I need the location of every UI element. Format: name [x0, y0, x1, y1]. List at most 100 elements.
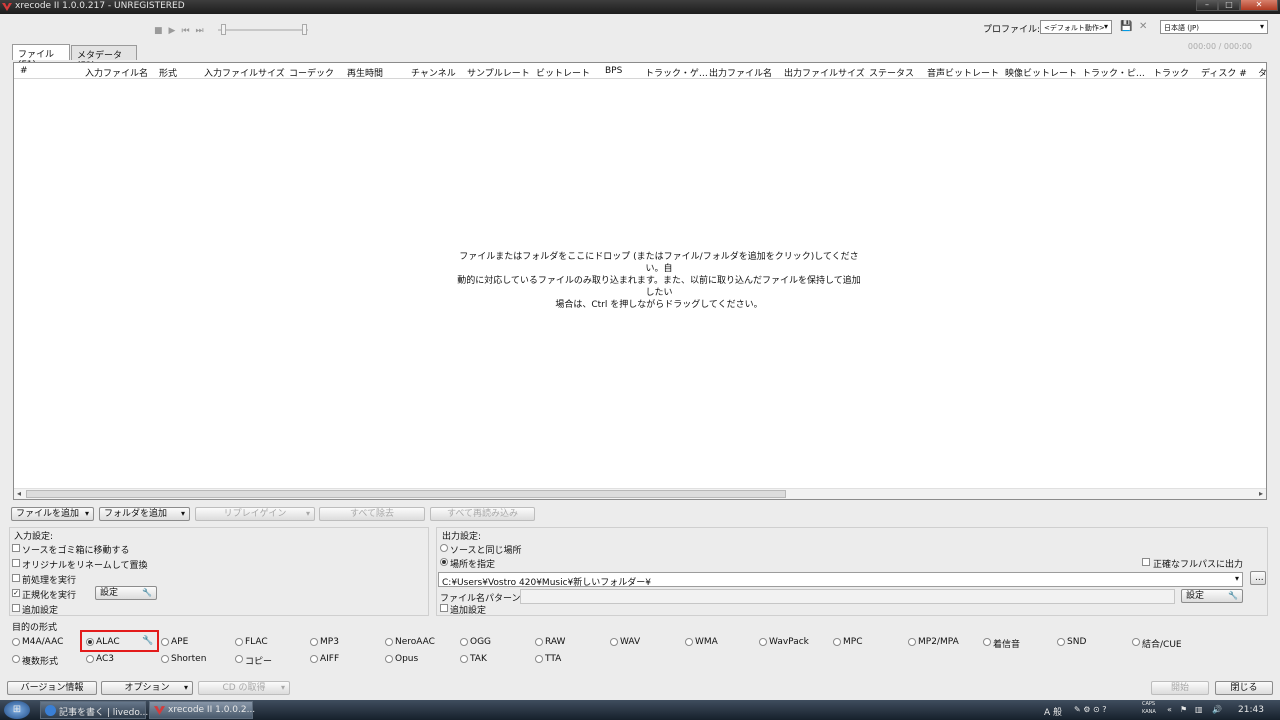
- format-label: M4A/AAC: [22, 637, 64, 647]
- output-settings-button[interactable]: 設定 🔧: [1181, 589, 1243, 603]
- format-radio[interactable]: [535, 638, 543, 646]
- output-additional-checkbox[interactable]: [440, 604, 448, 612]
- format-radio[interactable]: [385, 655, 393, 663]
- column-header[interactable]: 映像ビットレート: [1005, 66, 1077, 79]
- network-icon[interactable]: ▥: [1195, 705, 1203, 714]
- column-header[interactable]: ステータス: [869, 66, 914, 79]
- move-to-trash-checkbox[interactable]: [12, 544, 20, 552]
- format-radio[interactable]: [1132, 638, 1140, 646]
- format-label: TAK: [470, 654, 487, 664]
- stop-icon[interactable]: ■: [154, 26, 163, 36]
- format-radio[interactable]: [310, 655, 318, 663]
- format-radio[interactable]: [610, 638, 618, 646]
- format-radio[interactable]: [12, 655, 20, 663]
- add-folder-button[interactable]: フォルダを追加 ▾: [99, 507, 190, 521]
- column-header[interactable]: 出力ファイルサイズ: [784, 66, 865, 79]
- play-icon[interactable]: ▶: [169, 26, 176, 36]
- tab-metadata[interactable]: メタデータ (F2): [71, 45, 137, 71]
- filename-pattern-field[interactable]: [520, 589, 1175, 604]
- previous-icon[interactable]: ⏮: [181, 26, 189, 36]
- flag-icon[interactable]: ⚑: [1180, 705, 1187, 714]
- column-header[interactable]: ビットレート: [536, 66, 590, 79]
- column-header[interactable]: 再生時間: [347, 66, 383, 79]
- format-radio[interactable]: [535, 655, 543, 663]
- exact-fullpath-checkbox[interactable]: [1142, 558, 1150, 566]
- tab-files[interactable]: ファイル (F1): [12, 44, 70, 70]
- profile-select[interactable]: <デフォルト動作> ▾: [1040, 20, 1112, 34]
- taskbar-item[interactable]: 記事を書く | livedo...: [40, 701, 148, 719]
- column-header[interactable]: 形式: [159, 66, 177, 79]
- delete-icon[interactable]: ✕: [1139, 21, 1147, 32]
- options-button[interactable]: オプション ▾: [101, 681, 193, 695]
- format-radio[interactable]: [759, 638, 767, 646]
- start-button[interactable]: 開始: [1151, 681, 1209, 695]
- format-radio[interactable]: [833, 638, 841, 646]
- format-radio[interactable]: [685, 638, 693, 646]
- column-header[interactable]: タ: [1258, 66, 1267, 79]
- input-additional-checkbox[interactable]: [12, 604, 20, 612]
- tray-arrow-icon[interactable]: «: [1167, 705, 1172, 714]
- seek-thumb[interactable]: [302, 24, 307, 35]
- column-header[interactable]: トラック・ゲ…: [645, 66, 708, 79]
- version-info-button[interactable]: バージョン情報: [7, 681, 97, 695]
- scroll-right-icon[interactable]: ▸: [1259, 489, 1263, 498]
- close-icon[interactable]: ✕: [1240, 0, 1278, 11]
- column-header[interactable]: チャンネル: [411, 66, 456, 79]
- format-radio[interactable]: [310, 638, 318, 646]
- file-list[interactable]: # 入力ファイル名 形式 入力ファイルサイズ コーデック 再生時間 チャンネル …: [13, 62, 1267, 500]
- specify-location-radio[interactable]: [440, 558, 448, 566]
- same-location-radio[interactable]: [440, 544, 448, 552]
- column-header[interactable]: トラック・ピ…: [1082, 66, 1145, 79]
- column-header[interactable]: ディスク #: [1201, 66, 1247, 79]
- cd-get-button[interactable]: CD の取得 ▾: [198, 681, 290, 695]
- format-radio[interactable]: [86, 655, 94, 663]
- column-header[interactable]: BPS: [605, 66, 622, 76]
- next-icon[interactable]: ⏭: [196, 26, 204, 36]
- taskbar-item[interactable]: xrecode II 1.0.0.2...: [149, 701, 255, 719]
- scroll-left-icon[interactable]: ◂: [17, 489, 21, 498]
- minimize-icon[interactable]: –: [1196, 0, 1218, 11]
- column-header[interactable]: コーデック: [289, 66, 334, 79]
- format-radio[interactable]: [12, 638, 20, 646]
- normalize-settings-button[interactable]: 設定 🔧: [95, 586, 157, 600]
- format-radio[interactable]: [161, 638, 169, 646]
- horizontal-scrollbar[interactable]: ◂ ▸: [14, 488, 1266, 499]
- format-radio[interactable]: [460, 655, 468, 663]
- save-icon[interactable]: 💾: [1120, 21, 1132, 32]
- rename-replace-checkbox[interactable]: [12, 559, 20, 567]
- format-radio[interactable]: [235, 638, 243, 646]
- close-button[interactable]: 閉じる: [1215, 681, 1273, 695]
- column-header[interactable]: #: [20, 66, 28, 76]
- reload-all-button[interactable]: すべて再読み込み: [430, 507, 535, 521]
- column-header[interactable]: サンプルレート: [467, 66, 530, 79]
- add-files-button[interactable]: ファイルを追加 ▾: [11, 507, 94, 521]
- replay-gain-button[interactable]: リプレイゲイン ▾: [195, 507, 315, 521]
- format-radio[interactable]: [908, 638, 916, 646]
- format-radio[interactable]: [1057, 638, 1065, 646]
- format-radio[interactable]: [460, 638, 468, 646]
- start-menu-icon[interactable]: ⊞: [4, 701, 30, 719]
- volume-thumb[interactable]: [221, 24, 226, 35]
- format-radio[interactable]: [983, 638, 991, 646]
- scrollbar-thumb[interactable]: [26, 490, 786, 498]
- normalize-checkbox[interactable]: ✓: [12, 589, 20, 597]
- format-radio[interactable]: [161, 655, 169, 663]
- browse-button[interactable]: ...: [1250, 571, 1266, 585]
- language-select[interactable]: 日本語 (JP) ▾: [1160, 20, 1268, 34]
- format-radio[interactable]: [385, 638, 393, 646]
- column-header[interactable]: 入力ファイルサイズ: [204, 66, 285, 79]
- volume-icon[interactable]: 🔊: [1212, 705, 1222, 714]
- ime-indicator[interactable]: A 般: [1044, 705, 1062, 718]
- column-header[interactable]: 出力ファイル名: [709, 66, 772, 79]
- tray-icons[interactable]: ✎ ⚙ ⊙ ?: [1074, 705, 1106, 714]
- remove-all-button[interactable]: すべて除去: [319, 507, 425, 521]
- format-radio[interactable]: [235, 655, 243, 663]
- maximize-icon[interactable]: □: [1218, 0, 1240, 11]
- clock[interactable]: 21:43: [1238, 705, 1264, 715]
- column-header[interactable]: 音声ビットレート: [927, 66, 999, 79]
- output-path-field[interactable]: C:¥Users¥Vostro 420¥Music¥新しいフォルダー¥ ▾: [438, 572, 1243, 588]
- seek-slider[interactable]: [218, 29, 308, 31]
- column-header[interactable]: 入力ファイル名: [85, 66, 148, 79]
- preprocess-checkbox[interactable]: [12, 574, 20, 582]
- column-header[interactable]: トラック: [1153, 66, 1189, 79]
